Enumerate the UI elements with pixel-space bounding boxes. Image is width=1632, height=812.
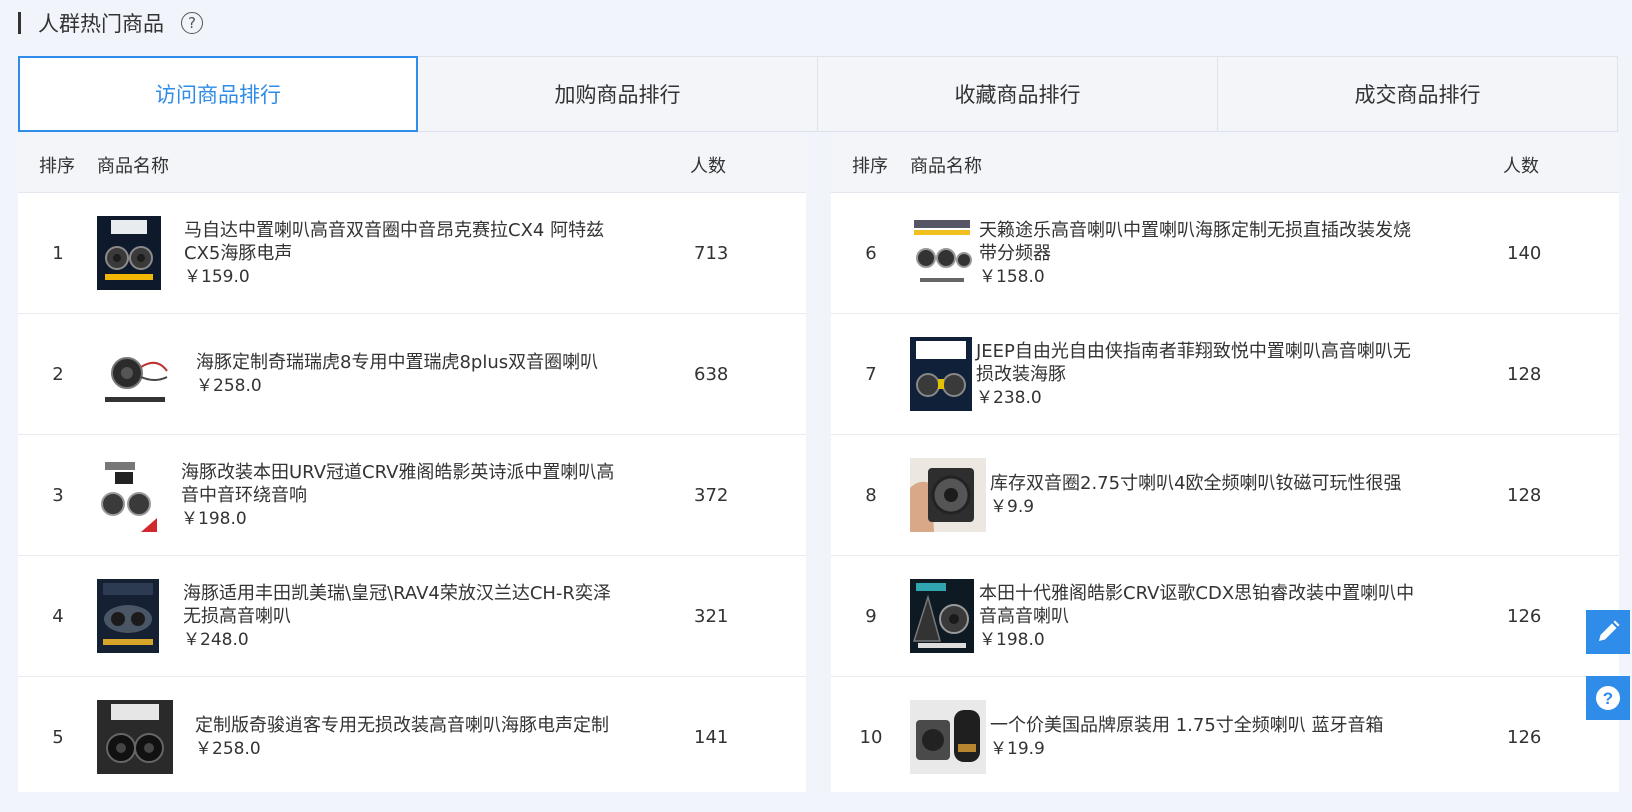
product-price: ￥19.9 (990, 739, 1045, 759)
product-thumbnail[interactable] (97, 216, 161, 290)
row-rank: 1 (52, 242, 64, 264)
row-rank: 8 (865, 484, 877, 506)
product-thumbnail[interactable] (910, 216, 974, 290)
product-info: 天籁途乐高音喇叭中置喇叭海豚定制无损直插改装发烧带分频器 ￥158.0 (979, 193, 1419, 313)
column-header-rank: 排序 (39, 156, 75, 177)
column-header-name: 商品名称 (910, 156, 982, 177)
column-header-name: 商品名称 (97, 156, 169, 177)
table-row[interactable]: 6 天籁途乐高音喇叭中置喇叭海豚定制无损直插改装发烧带分频器 ￥158.0 14… (831, 193, 1619, 314)
product-price: ￥198.0 (181, 508, 247, 529)
product-thumbnail[interactable] (97, 700, 173, 774)
product-thumbnail[interactable] (910, 337, 972, 411)
table-row[interactable]: 3 海豚改装本田URV冠道CRV雅阁皓影英诗派中置喇叭高音中音环绕音响 ￥198… (18, 435, 806, 556)
ranking-tabs: 访问商品排行 加购商品排行 收藏商品排行 成交商品排行 (18, 56, 1618, 132)
row-rank: 9 (865, 605, 877, 627)
section-title: 人群热门商品 (38, 12, 164, 36)
table-row[interactable]: 7 JEEP自由光自由侠指南者菲翔致悦中置喇叭高音喇叭无损改装海豚 ￥238.0… (831, 314, 1619, 435)
table-row[interactable]: 10 一个价美国品牌原装用 1.75寸全频喇叭 蓝牙音箱 ￥19.9 126 (831, 677, 1619, 797)
ranking-table-left: 排序 商品名称 人数 1 马自达中置喇叭高音双音圈中音昂克赛拉CX4 阿特兹CX… (18, 134, 806, 792)
row-rank: 3 (52, 484, 64, 506)
product-name[interactable]: 天籁途乐高音喇叭中置喇叭海豚定制无损直插改装发烧带分频器 (979, 219, 1419, 265)
visitor-count: 128 (1507, 484, 1542, 506)
column-header-count: 人数 (690, 156, 726, 177)
visitor-count: 140 (1507, 242, 1542, 264)
product-info: 海豚适用丰田凯美瑞\皇冠\RAV4荣放汉兰达CH-R奕泽无损高音喇叭 ￥248.… (183, 556, 623, 676)
product-thumbnail[interactable] (910, 700, 986, 774)
product-name[interactable]: 马自达中置喇叭高音双音圈中音昂克赛拉CX4 阿特兹CX5海豚电声 (184, 219, 624, 265)
product-name[interactable]: 定制版奇骏逍客专用无损改装高音喇叭海豚电声定制 (195, 714, 635, 737)
tab-favorite-ranking[interactable]: 收藏商品排行 (818, 56, 1218, 132)
product-price: ￥238.0 (976, 387, 1042, 408)
column-header-rank: 排序 (852, 156, 888, 177)
product-name[interactable]: 本田十代雅阁皓影CRV讴歌CDX思铂睿改装中置喇叭中音高音喇叭 (979, 582, 1419, 628)
product-name[interactable]: 海豚适用丰田凯美瑞\皇冠\RAV4荣放汉兰达CH-R奕泽无损高音喇叭 (183, 582, 623, 628)
product-info: 库存双音圈2.75寸喇叭4欧全频喇叭钕磁可玩性很强 ￥9.9 (990, 435, 1430, 555)
product-info: 本田十代雅阁皓影CRV讴歌CDX思铂睿改装中置喇叭中音高音喇叭 ￥198.0 (979, 556, 1419, 676)
header-accent-bar (18, 12, 21, 34)
product-price: ￥258.0 (195, 739, 261, 759)
table-row[interactable]: 5 定制版奇骏逍客专用无损改装高音喇叭海豚电声定制 ￥258.0 141 (18, 677, 806, 797)
product-price: ￥198.0 (979, 629, 1045, 650)
product-info: 一个价美国品牌原装用 1.75寸全频喇叭 蓝牙音箱 ￥19.9 (990, 677, 1430, 797)
product-info: 海豚定制奇瑞瑞虎8专用中置瑞虎8plus双音圈喇叭 ￥258.0 (196, 314, 636, 434)
tab-deal-ranking[interactable]: 成交商品排行 (1218, 56, 1618, 132)
product-name[interactable]: 海豚改装本田URV冠道CRV雅阁皓影英诗派中置喇叭高音中音环绕音响 (181, 461, 621, 507)
product-price: ￥159.0 (184, 266, 250, 287)
question-circle-icon: ? (1596, 686, 1620, 710)
visitor-count: 126 (1507, 605, 1542, 627)
question-circle-icon[interactable]: ? (181, 12, 203, 34)
table-row[interactable]: 1 马自达中置喇叭高音双音圈中音昂克赛拉CX4 阿特兹CX5海豚电声 ￥159.… (18, 193, 806, 314)
product-price: ￥248.0 (183, 629, 249, 650)
tab-visit-ranking[interactable]: 访问商品排行 (18, 56, 418, 132)
visitor-count: 128 (1507, 363, 1542, 385)
table-header: 排序 商品名称 人数 (831, 134, 1619, 193)
row-rank: 4 (52, 605, 64, 627)
ranking-table-right: 排序 商品名称 人数 6 天籁途乐高音喇叭中置喇叭海豚定制无损直插改装发烧带分频… (831, 134, 1619, 792)
product-name[interactable]: JEEP自由光自由侠指南者菲翔致悦中置喇叭高音喇叭无损改装海豚 (976, 340, 1416, 386)
product-name[interactable]: 海豚定制奇瑞瑞虎8专用中置瑞虎8plus双音圈喇叭 (196, 351, 636, 374)
product-thumbnail[interactable] (97, 579, 159, 653)
product-info: 马自达中置喇叭高音双音圈中音昂克赛拉CX4 阿特兹CX5海豚电声 ￥159.0 (184, 193, 624, 313)
table-row[interactable]: 9 本田十代雅阁皓影CRV讴歌CDX思铂睿改装中置喇叭中音高音喇叭 ￥198.0… (831, 556, 1619, 677)
table-row[interactable]: 4 海豚适用丰田凯美瑞\皇冠\RAV4荣放汉兰达CH-R奕泽无损高音喇叭 ￥24… (18, 556, 806, 677)
product-thumbnail[interactable] (97, 337, 173, 411)
edit-button[interactable] (1586, 610, 1630, 654)
svg-text:?: ? (1603, 689, 1613, 708)
product-name[interactable]: 一个价美国品牌原装用 1.75寸全频喇叭 蓝牙音箱 (990, 714, 1430, 737)
product-info: 海豚改装本田URV冠道CRV雅阁皓影英诗派中置喇叭高音中音环绕音响 ￥198.0 (181, 435, 621, 555)
section-header: 人群热门商品 ? (18, 8, 203, 38)
table-row[interactable]: 8 库存双音圈2.75寸喇叭4欧全频喇叭钕磁可玩性很强 ￥9.9 128 (831, 435, 1619, 556)
visitor-count: 372 (694, 484, 729, 506)
row-rank: 6 (865, 242, 877, 264)
tab-cart-ranking[interactable]: 加购商品排行 (418, 56, 818, 132)
product-thumbnail[interactable] (910, 579, 974, 653)
visitor-count: 713 (694, 242, 729, 264)
table-header: 排序 商品名称 人数 (18, 134, 806, 193)
pencil-icon (1599, 620, 1620, 641)
product-price: ￥9.9 (990, 497, 1035, 517)
row-rank: 10 (859, 726, 883, 748)
row-rank: 7 (865, 363, 877, 385)
product-info: JEEP自由光自由侠指南者菲翔致悦中置喇叭高音喇叭无损改装海豚 ￥238.0 (976, 314, 1416, 434)
help-button[interactable]: ? (1586, 676, 1630, 720)
row-rank: 5 (52, 726, 64, 748)
table-row[interactable]: 2 海豚定制奇瑞瑞虎8专用中置瑞虎8plus双音圈喇叭 ￥258.0 638 (18, 314, 806, 435)
product-price: ￥158.0 (979, 266, 1045, 287)
visitor-count: 126 (1507, 726, 1542, 748)
product-name[interactable]: 库存双音圈2.75寸喇叭4欧全频喇叭钕磁可玩性很强 (990, 472, 1430, 495)
visitor-count: 141 (694, 726, 729, 748)
row-rank: 2 (52, 363, 64, 385)
product-price: ￥258.0 (196, 376, 262, 396)
column-header-count: 人数 (1503, 156, 1539, 177)
product-thumbnail[interactable] (910, 458, 986, 532)
product-info: 定制版奇骏逍客专用无损改装高音喇叭海豚电声定制 ￥258.0 (195, 677, 635, 797)
product-thumbnail[interactable] (97, 458, 157, 532)
visitor-count: 321 (694, 605, 729, 627)
visitor-count: 638 (694, 363, 729, 385)
